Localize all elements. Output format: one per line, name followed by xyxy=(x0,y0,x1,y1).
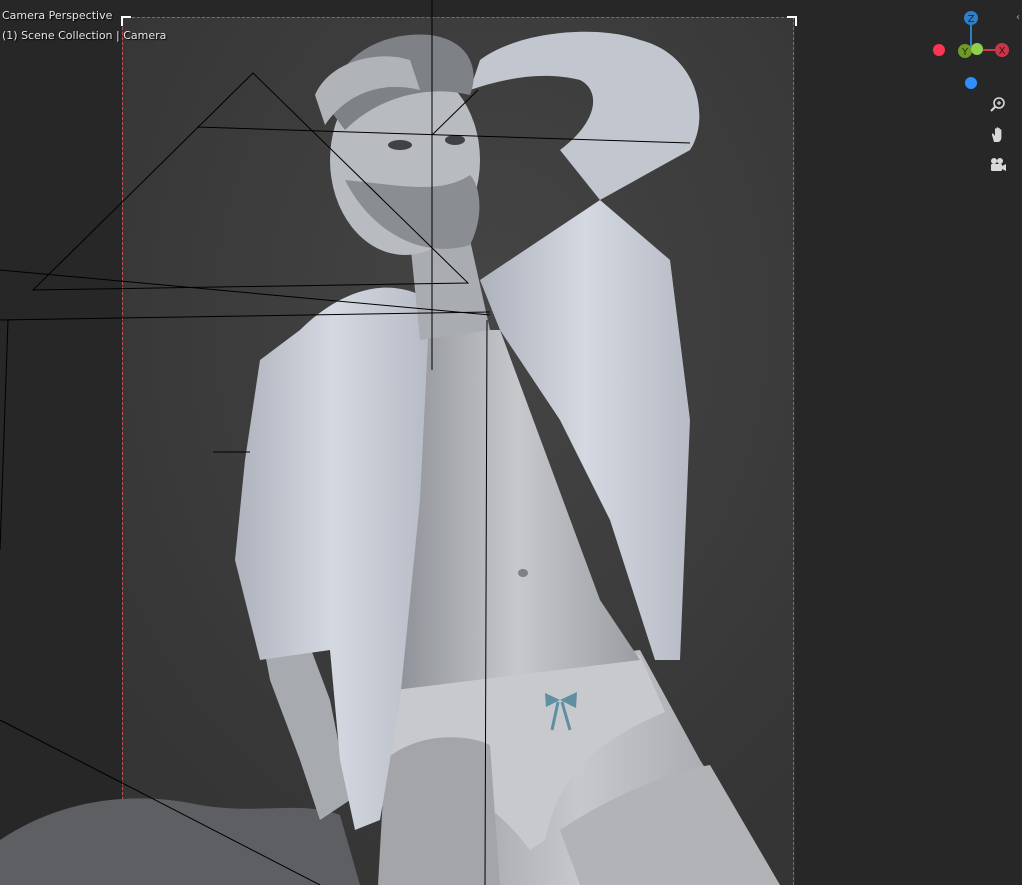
scene-render xyxy=(0,0,793,885)
movie-camera-icon xyxy=(991,158,1006,171)
neg-y-axis-handle[interactable] xyxy=(971,43,983,55)
3d-viewport[interactable]: Camera Perspective (1) Scene Collection … xyxy=(0,0,1022,885)
neg-x-axis-handle[interactable] xyxy=(933,44,945,56)
svg-text:Y: Y xyxy=(961,47,969,58)
view-name-label: Camera Perspective xyxy=(2,9,113,22)
sidebar-toggle-icon[interactable]: ‹ xyxy=(1016,12,1022,28)
bedsheet xyxy=(0,798,360,885)
navigation-gizmo[interactable]: Z Y X xyxy=(925,5,1015,100)
svg-text:Z: Z xyxy=(968,14,975,25)
x-axis-handle[interactable]: X xyxy=(995,43,1009,57)
zoom-button[interactable] xyxy=(986,93,1010,117)
hand-pan-icon xyxy=(991,127,1002,142)
svg-text:X: X xyxy=(999,46,1006,57)
neg-z-axis-handle[interactable] xyxy=(965,77,977,89)
zoom-magnifier-icon xyxy=(990,97,1005,112)
camera-frame-corner-tl xyxy=(121,16,131,26)
z-axis-handle[interactable]: Z xyxy=(964,11,978,25)
camera-view-button[interactable] xyxy=(986,153,1010,177)
camera-frame-corner-tr xyxy=(787,16,797,26)
scene-info-label: (1) Scene Collection | Camera xyxy=(2,29,167,42)
y-axis-handle[interactable]: Y xyxy=(958,44,972,58)
pan-button[interactable] xyxy=(986,123,1010,147)
